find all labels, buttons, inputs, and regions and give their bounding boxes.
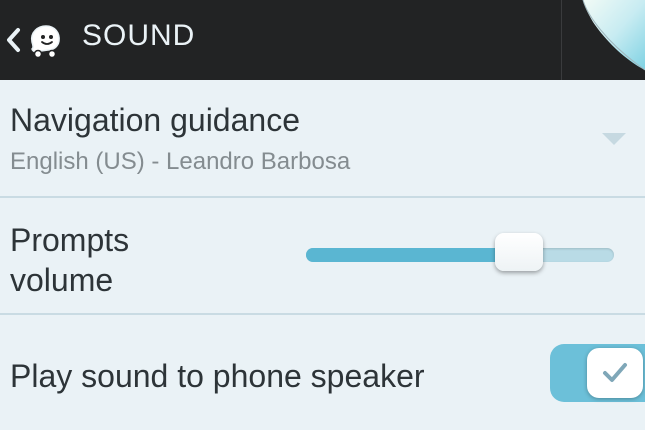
action-bar: SOUND [0,0,645,80]
prompts-volume-label: Prompts volume [10,222,130,298]
page-title: SOUND [82,19,196,52]
navigation-guidance-value: English (US) - Leandro Barbosa [10,148,351,175]
speaker-setting: Play sound to phone speaker [0,316,645,430]
speaker-label: Play sound to phone speaker [10,358,425,394]
chevron-left-icon [7,28,20,52]
slider-fill [306,248,519,262]
slider-thumb[interactable] [494,233,543,271]
dropdown-arrow-icon[interactable] [600,131,628,147]
page-curl-icon[interactable] [575,0,645,80]
header-divider [561,0,562,80]
waze-logo-icon [30,25,60,59]
speaker-toggle[interactable] [550,344,645,402]
check-icon [603,363,627,382]
volume-slider[interactable] [306,233,614,271]
navigation-guidance-setting[interactable]: Navigation guidance English (US) - Leand… [0,80,645,198]
toggle-knob[interactable] [587,348,643,398]
prompts-volume-setting: Prompts volume [0,198,645,314]
navigation-guidance-label: Navigation guidance [10,102,300,138]
back-button[interactable] [0,0,80,80]
divider [0,313,645,315]
